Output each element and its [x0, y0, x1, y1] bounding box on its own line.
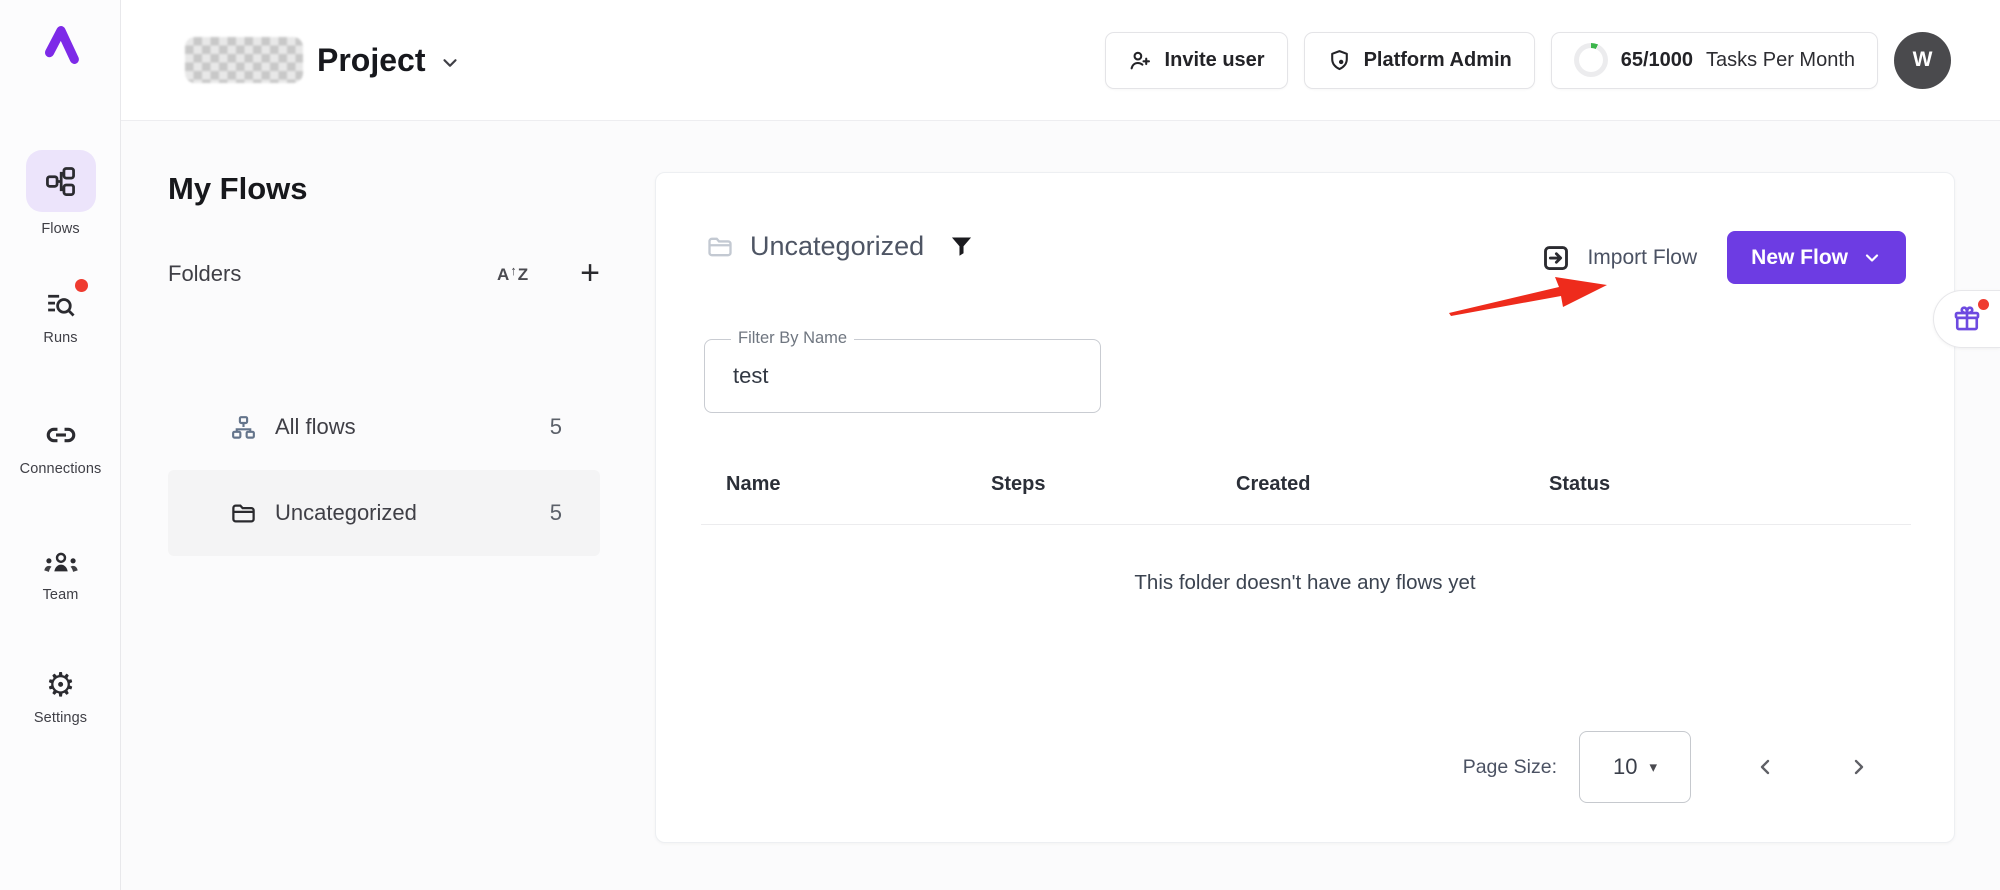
- folder-count: 5: [550, 500, 562, 526]
- folder-icon: [230, 500, 257, 527]
- platform-admin-label: Platform Admin: [1364, 49, 1512, 72]
- empty-state-message: This folder doesn't have any flows yet: [656, 571, 1954, 595]
- invite-user-label: Invite user: [1165, 49, 1265, 72]
- folder-count: 5: [550, 414, 562, 440]
- tasks-count: 65/1000: [1621, 49, 1693, 72]
- gear-icon: ⚙: [46, 668, 76, 701]
- project-switcher[interactable]: Project: [185, 37, 461, 83]
- shield-icon: [1327, 48, 1352, 73]
- sort-arrow-glyph: ↑: [510, 264, 517, 277]
- runs-icon: [44, 288, 77, 321]
- header-actions: Invite user Platform Admin 65/1000 Tasks…: [1105, 32, 1951, 89]
- avatar[interactable]: W: [1894, 32, 1951, 89]
- activepieces-logo[interactable]: [0, 22, 121, 68]
- whats-new-tab[interactable]: [1933, 290, 2000, 348]
- top-header: Project Invite user: [121, 0, 2000, 121]
- sidebar-item-label: Team: [43, 587, 79, 603]
- sidebar-item-label: Flows: [41, 221, 79, 237]
- import-flow-button[interactable]: Import Flow: [1541, 243, 1697, 273]
- page-size-value: 10: [1613, 754, 1637, 780]
- next-page-button[interactable]: [1847, 755, 1871, 779]
- folders-header: Folders A↑Z +: [168, 260, 600, 287]
- sidebar-item-runs[interactable]: Runs: [0, 288, 121, 346]
- previous-page-button[interactable]: [1753, 755, 1777, 779]
- sidebar-item-label: Connections: [20, 461, 102, 477]
- column-header-name: Name: [726, 473, 780, 496]
- panel-folder-title: Uncategorized: [750, 231, 924, 262]
- new-flow-label: New Flow: [1751, 246, 1848, 270]
- flows-panel-card: Uncategorized Import Flow New Flow: [655, 172, 1955, 843]
- folders-heading: Folders: [168, 261, 241, 287]
- invite-user-button[interactable]: Invite user: [1105, 32, 1288, 89]
- gift-icon: [1952, 304, 1982, 334]
- chevron-down-icon: [439, 52, 461, 74]
- runs-notification-dot: [75, 279, 88, 292]
- table-header-divider: [701, 524, 1911, 525]
- chevron-down-icon: [1862, 248, 1882, 268]
- folder-label: All flows: [275, 414, 356, 440]
- redacted-project-name: [185, 37, 303, 83]
- folder-item-all-flows[interactable]: All flows 5: [168, 384, 600, 470]
- column-header-status: Status: [1549, 473, 1610, 496]
- filter-by-name-field: Filter By Name: [704, 339, 1101, 413]
- new-flow-button[interactable]: New Flow: [1727, 231, 1906, 284]
- page-size-label: Page Size:: [1463, 756, 1557, 779]
- tasks-progress-ring: [1574, 43, 1608, 77]
- tasks-usage-badge[interactable]: 65/1000 Tasks Per Month: [1551, 32, 1878, 89]
- column-header-steps: Steps: [991, 473, 1045, 496]
- panel-header: Uncategorized: [706, 231, 975, 262]
- sidebar-item-team[interactable]: Team: [0, 548, 121, 603]
- folder-label: Uncategorized: [275, 500, 417, 526]
- sidebar-item-flows[interactable]: Flows: [0, 150, 121, 237]
- panel-actions: Import Flow New Flow: [1541, 231, 1906, 284]
- app-window: Flows Runs Connections: [0, 0, 2000, 890]
- filter-funnel-icon[interactable]: [948, 233, 975, 260]
- flows-active-tile: [26, 150, 96, 212]
- team-icon: [43, 548, 79, 578]
- page-size-select[interactable]: 10 ▾: [1579, 731, 1691, 803]
- page-nav: [1753, 755, 1871, 779]
- add-folder-button[interactable]: +: [580, 260, 600, 287]
- folder-item-uncategorized[interactable]: Uncategorized 5: [168, 470, 600, 556]
- sidebar: Flows Runs Connections: [0, 0, 121, 890]
- activepieces-logo-icon: [38, 22, 84, 68]
- gift-notification-dot: [1978, 299, 1989, 310]
- import-flow-label: Import Flow: [1587, 246, 1697, 270]
- folder-icon: [706, 233, 734, 261]
- dropdown-arrow-icon: ▾: [1649, 758, 1657, 776]
- link-icon: [44, 418, 78, 452]
- column-header-created: Created: [1236, 473, 1310, 496]
- workflow-icon: [44, 165, 77, 198]
- sort-z-glyph: Z: [518, 266, 528, 283]
- project-title: Project: [317, 42, 425, 79]
- tasks-label: Tasks Per Month: [1706, 49, 1855, 72]
- sidebar-item-connections[interactable]: Connections: [0, 418, 121, 477]
- pagination-bar: Page Size: 10 ▾: [1463, 731, 1871, 803]
- sort-az-icon[interactable]: A↑Z: [497, 264, 528, 283]
- platform-admin-button[interactable]: Platform Admin: [1304, 32, 1535, 89]
- import-icon: [1541, 243, 1571, 273]
- user-plus-icon: [1128, 48, 1153, 73]
- sidebar-item-settings[interactable]: ⚙ Settings: [0, 668, 121, 726]
- tree-icon: [230, 414, 257, 441]
- page-title: My Flows: [168, 171, 308, 207]
- avatar-initial: W: [1913, 48, 1933, 72]
- table-header-row: Name Steps Created Status: [656, 473, 1954, 509]
- sidebar-item-label: Runs: [43, 330, 77, 346]
- sort-a-glyph: A: [497, 266, 509, 283]
- sidebar-item-label: Settings: [34, 710, 87, 726]
- filter-by-name-input[interactable]: [705, 340, 1100, 412]
